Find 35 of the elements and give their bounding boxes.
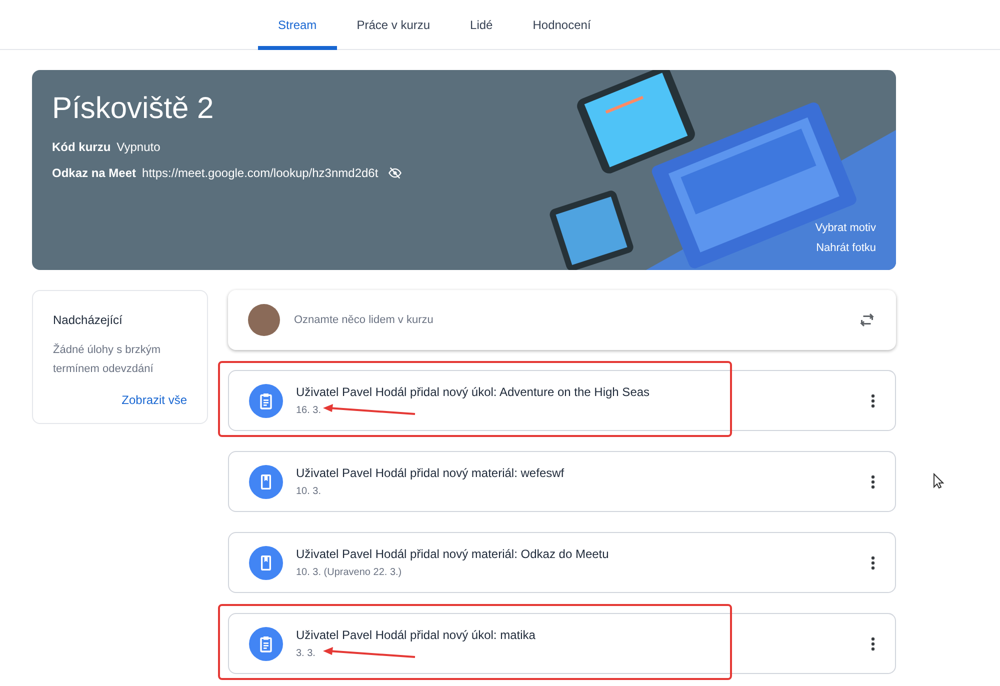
- upcoming-text: Žádné úlohy s brzkým termínem odevzdání: [53, 342, 162, 377]
- course-code-value: Vypnuto: [116, 139, 160, 156]
- view-all-link[interactable]: Zobrazit vše: [122, 391, 187, 409]
- more-options-icon[interactable]: [871, 556, 875, 570]
- more-options-icon[interactable]: [871, 394, 875, 408]
- tab[interactable]: Hodnocení: [512, 0, 611, 50]
- post-date: 16. 3.: [296, 404, 322, 418]
- post-date: 10. 3. (Upraveno 22. 3.): [296, 566, 402, 580]
- visibility-off-icon[interactable]: [388, 166, 402, 180]
- post-date: 10. 3.: [296, 485, 322, 499]
- post-title: Uživatel Pavel Hodál přidal nový materiál: Odkaz do Meetu: [296, 546, 609, 563]
- banner-action-link[interactable]: Nahrát fotku: [816, 240, 876, 256]
- avatar: [248, 304, 280, 336]
- post-title: Uživatel Pavel Hodál přidal nový úkol: matika: [296, 627, 536, 644]
- post-title: Uživatel Pavel Hodál přidal nový úkol: Adventure on the High Seas: [296, 384, 650, 401]
- mouse-pointer-icon: [933, 473, 944, 489]
- stream-post-card[interactable]: Uživatel Pavel Hodál přidal nový úkol: matika 3. 3.: [228, 613, 896, 674]
- more-options-icon[interactable]: [871, 474, 875, 488]
- tab[interactable]: Lidé: [450, 0, 513, 50]
- stream-post-card[interactable]: Uživatel Pavel Hodál přidal nový materiál: wefeswf 10. 3.: [228, 451, 896, 512]
- upcoming-title: Nadcházející: [53, 312, 124, 329]
- tab[interactable]: Práce v kurzu: [336, 0, 450, 50]
- tab[interactable]: Stream: [258, 0, 337, 50]
- course-title: Pískoviště 2: [52, 92, 214, 126]
- post-title: Uživatel Pavel Hodál přidal nový materiál: wefeswf: [296, 465, 564, 482]
- meet-link[interactable]: https://meet.google.com/lookup/hz3nmd2d6t: [142, 164, 378, 182]
- more-options-icon[interactable]: [871, 636, 875, 650]
- banner-action-link[interactable]: Vybrat motiv: [815, 220, 876, 236]
- post-date: 3. 3.: [296, 647, 316, 661]
- course-code-label: Kód kurzu: [52, 139, 111, 156]
- stream-post-card[interactable]: Uživatel Pavel Hodál přidal nový materiál: Odkaz do Meetu 10. 3. (Upraveno 22. 3.): [228, 532, 896, 593]
- repost-icon[interactable]: [858, 311, 876, 329]
- meet-link-label: Odkaz na Meet: [52, 165, 136, 182]
- stream-post-card[interactable]: Uživatel Pavel Hodál přidal nový úkol: Adventure on the High Seas 16. 3.: [228, 370, 896, 431]
- announcement-field[interactable]: Oznamte něco lidem v kurzu: [294, 312, 858, 328]
